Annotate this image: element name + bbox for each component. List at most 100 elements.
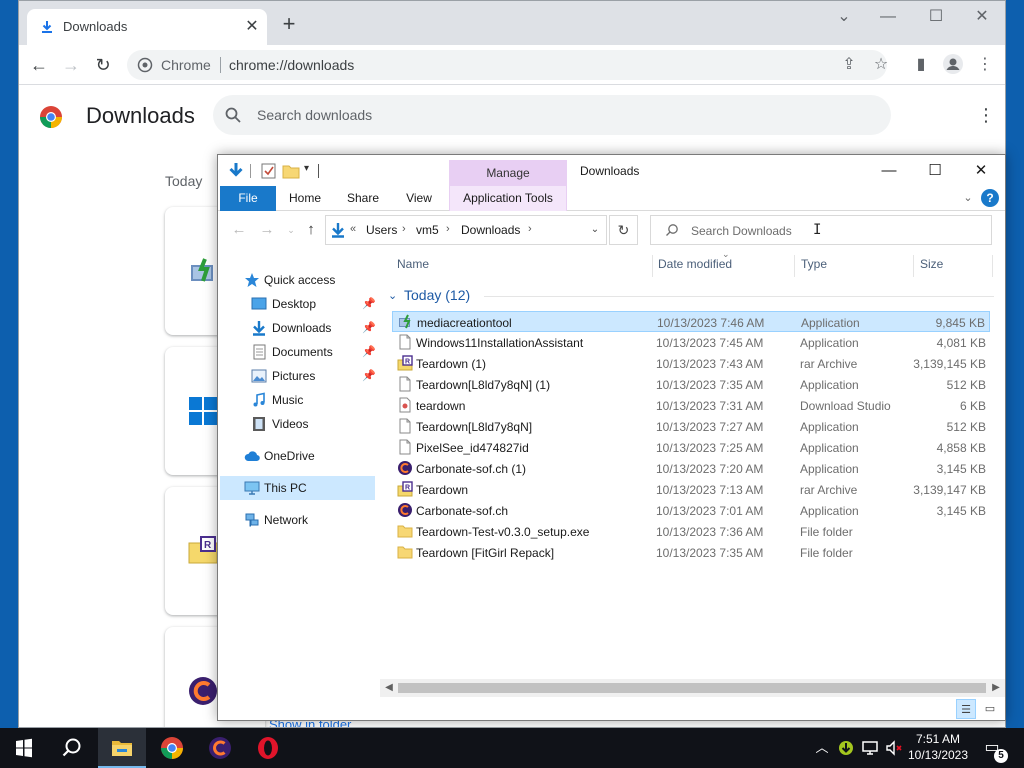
omnibox-separator xyxy=(220,57,221,73)
profile-avatar-icon[interactable] xyxy=(941,53,965,77)
file-row[interactable]: mediacreationtool 10/13/2023 7:46 AM Appli… xyxy=(392,311,990,332)
horizontal-scrollbar[interactable]: ◀ ▶ xyxy=(380,679,1005,697)
scroll-left-arrow-icon[interactable]: ◀ xyxy=(382,681,396,695)
expand-ribbon-icon[interactable]: ⌄ xyxy=(961,191,975,205)
file-row[interactable]: Teardown[L8ld7y8qN] 10/13/2023 7:27 AM App… xyxy=(392,416,990,437)
column-header-name[interactable]: Name xyxy=(397,257,429,271)
minimize-button[interactable]: — xyxy=(865,5,911,29)
close-tab-icon[interactable]: ✕ xyxy=(241,16,263,38)
help-icon[interactable]: ? xyxy=(981,189,999,207)
back-arrow-icon[interactable]: ← xyxy=(230,221,248,239)
clock[interactable]: 7:51 AM 10/13/2023 xyxy=(906,731,970,763)
file-row[interactable]: Carbonate-sof.ch (1) 10/13/2023 7:20 AM Ap… xyxy=(392,458,990,479)
file-row[interactable]: Carbonate-sof.ch 10/13/2023 7:01 AM Applic… xyxy=(392,500,990,521)
breadcrumb-chevron-icon[interactable]: › xyxy=(528,223,532,235)
nav-item-desktop[interactable]: Desktop 📌 xyxy=(218,292,378,316)
address-dropdown-icon[interactable]: ⌄ xyxy=(588,223,602,237)
column-separator[interactable] xyxy=(794,255,795,277)
close-button[interactable]: ✕ xyxy=(959,5,1005,29)
nav-item-videos[interactable]: Videos xyxy=(218,412,378,436)
reload-button[interactable]: ↻ xyxy=(91,53,115,77)
new-folder-icon[interactable] xyxy=(282,162,300,180)
group-header-today[interactable]: ⌄ Today (12) xyxy=(384,285,1002,307)
breadcrumb-users[interactable]: Users xyxy=(366,223,397,237)
recent-locations-icon[interactable]: ⌄ xyxy=(282,221,300,239)
file-row[interactable]: R Teardown (1) 10/13/2023 7:43 AM rar Archi… xyxy=(392,353,990,374)
up-arrow-icon[interactable]: ↑ xyxy=(302,221,320,239)
ribbon-tab-file[interactable]: File xyxy=(220,186,276,211)
breadcrumb-chevron-icon[interactable]: › xyxy=(402,223,406,235)
file-row[interactable]: Teardown[L8ld7y8qN] (1) 10/13/2023 7:35 A… xyxy=(392,374,990,395)
ribbon-tab-application-tools[interactable]: Application Tools xyxy=(449,186,567,211)
forward-button[interactable]: → xyxy=(59,53,83,77)
show-hidden-icons-icon[interactable]: ︿ xyxy=(812,738,832,758)
file-row[interactable]: Teardown-Test-v0.3.0_setup.exe 10/13/2023… xyxy=(392,521,990,542)
file-row[interactable]: teardown 10/13/2023 7:31 AM Download Studi… xyxy=(392,395,990,416)
volume-muted-icon[interactable] xyxy=(884,738,904,758)
manage-context-tab[interactable]: Manage xyxy=(449,160,567,186)
file-row[interactable]: R Teardown 10/13/2023 7:13 AM rar Archive 3,… xyxy=(392,479,990,500)
omnibox[interactable]: Chrome chrome://downloads xyxy=(127,50,887,80)
close-button[interactable]: ✕ xyxy=(958,155,1004,186)
nav-item-onedrive[interactable]: OneDrive xyxy=(218,444,378,468)
ribbon-tab-view[interactable]: View xyxy=(394,186,444,211)
column-separator[interactable] xyxy=(913,255,914,277)
column-header-type[interactable]: Type xyxy=(801,257,827,271)
file-row[interactable]: Windows11InstallationAssistant 10/13/2023… xyxy=(392,332,990,353)
start-button[interactable] xyxy=(0,728,48,768)
nav-item-downloads[interactable]: Downloads 📌 xyxy=(218,316,378,340)
share-icon[interactable]: ⇪ xyxy=(837,53,861,77)
nav-item-music[interactable]: Music xyxy=(218,388,378,412)
back-button[interactable]: ← xyxy=(27,53,51,77)
chevron-down-icon[interactable]: ⌄ xyxy=(821,5,867,29)
breadcrumb-overflow-icon[interactable]: « xyxy=(350,223,356,235)
file-row[interactable]: Teardown [FitGirl Repack] 10/13/2023 7:35… xyxy=(392,542,990,563)
network-tray-icon[interactable] xyxy=(860,738,880,758)
details-view-icon[interactable]: ☰ xyxy=(956,699,976,719)
new-tab-button[interactable]: + xyxy=(277,13,301,37)
maximize-button[interactable]: ☐ xyxy=(912,155,958,186)
omnibox-url[interactable]: chrome://downloads xyxy=(229,57,354,73)
collapse-chevron-icon[interactable]: ⌄ xyxy=(388,289,397,302)
address-bar[interactable]: « Users › vm5 › Downloads › ⌄ xyxy=(325,215,607,245)
more-actions-icon[interactable]: ⋮ xyxy=(977,105,995,125)
breadcrumb-vm5[interactable]: vm5 xyxy=(416,223,439,237)
column-header-size[interactable]: Size xyxy=(920,257,943,271)
scrollbar-thumb[interactable] xyxy=(398,683,986,693)
ribbon-tab-home[interactable]: Home xyxy=(280,186,330,211)
minimize-button[interactable]: — xyxy=(866,155,912,186)
column-header-date[interactable]: Date modified xyxy=(658,257,732,271)
ribbon-tab-share[interactable]: Share xyxy=(338,186,388,211)
taskbar-opera[interactable] xyxy=(244,728,292,768)
nav-item-documents[interactable]: Documents 📌 xyxy=(218,340,378,364)
maximize-button[interactable]: ☐ xyxy=(913,5,959,29)
taskbar-carbonate[interactable] xyxy=(196,728,244,768)
chrome-tab-downloads[interactable]: Downloads ✕ xyxy=(27,9,267,45)
side-panel-icon[interactable]: ▮ xyxy=(909,53,933,77)
nav-item-pictures[interactable]: Pictures 📌 xyxy=(218,364,378,388)
download-manager-tray-icon[interactable] xyxy=(836,738,856,758)
bookmark-star-icon[interactable]: ☆ xyxy=(869,53,893,77)
qat-customize-icon[interactable]: ▾ xyxy=(304,163,309,174)
search-downloads-field[interactable]: Search Downloads I xyxy=(650,215,992,245)
column-separator[interactable] xyxy=(652,255,653,277)
breadcrumb-chevron-icon[interactable]: › xyxy=(446,223,450,235)
properties-icon[interactable] xyxy=(260,162,278,180)
large-icons-view-icon[interactable]: ▭ xyxy=(980,699,1000,719)
chrome-menu-icon[interactable]: ⋮ xyxy=(973,53,997,77)
file-type: Application xyxy=(800,504,859,518)
taskbar-chrome[interactable] xyxy=(148,728,196,768)
refresh-icon[interactable]: ↻ xyxy=(609,215,638,245)
taskbar-file-explorer[interactable] xyxy=(98,728,146,768)
forward-arrow-icon[interactable]: → xyxy=(258,221,276,239)
nav-item-this-pc[interactable]: This PC xyxy=(220,476,375,500)
scroll-right-arrow-icon[interactable]: ▶ xyxy=(989,681,1003,695)
file-row[interactable]: PixelSee_id474827id 10/13/2023 7:25 AM App… xyxy=(392,437,990,458)
nav-item-network[interactable]: Network xyxy=(218,508,378,532)
column-separator[interactable] xyxy=(992,255,993,277)
breadcrumb-downloads[interactable]: Downloads xyxy=(461,223,520,237)
search-downloads-input[interactable]: Search downloads xyxy=(213,95,891,135)
nav-item-quick-access[interactable]: Quick access xyxy=(218,268,378,292)
taskbar-search-button[interactable] xyxy=(48,728,96,768)
blank-file-icon xyxy=(399,418,411,434)
